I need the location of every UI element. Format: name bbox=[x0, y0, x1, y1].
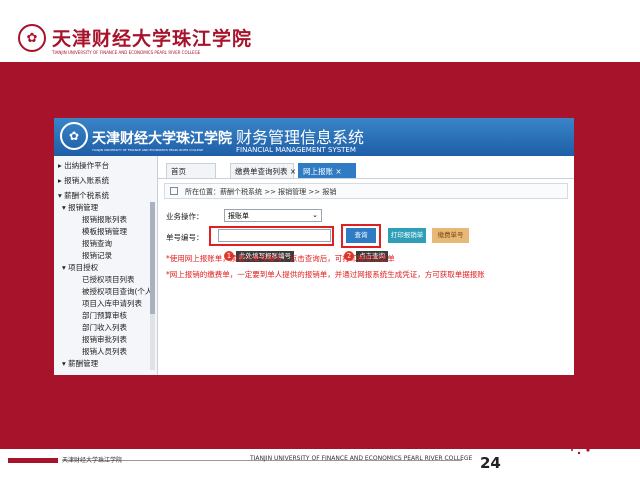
app-seal-icon: ✿ bbox=[60, 122, 88, 150]
main-content: 所在位置：薪酬个税系统 >> 报销管理 >> 报销 业务操作： 报账单 ⌄ 单号… bbox=[158, 179, 574, 375]
type-select-value: 报账单 bbox=[228, 212, 249, 220]
page-icon bbox=[170, 187, 178, 195]
app-subtitle: FINANCIAL MANAGEMENT SYSTEM bbox=[236, 146, 356, 154]
university-seal-icon: ✿ bbox=[18, 24, 46, 52]
page-number: 24 bbox=[480, 454, 501, 472]
sidebar-item[interactable]: 模板报销管理 bbox=[82, 226, 127, 237]
footer-accent-bar bbox=[8, 458, 58, 463]
sidebar-item[interactable]: ▾ 报销管理 bbox=[62, 202, 98, 213]
sidebar-item[interactable]: ▾ 薪酬个税系统 bbox=[58, 190, 109, 201]
query-button[interactable]: 查询 bbox=[346, 228, 376, 243]
sidebar: ▸ 出纳操作平台 ▸ 报销入账系统 ▾ 薪酬个税系统 ▾ 报销管理 报销报账列表… bbox=[54, 156, 158, 375]
instruction-note: *使用网上报账单，须录入单号编号，点击查询后，可打印报账信息单 bbox=[166, 254, 395, 263]
slide-logo-english: TIANJIN UNIVERSITY OF FINANCE AND ECONOM… bbox=[52, 50, 201, 55]
sidebar-item[interactable]: 被授权项目查询(个人) bbox=[82, 286, 155, 297]
instruction-note: *网上报销的缴费单，一定要到单人提供的报销单，并通过网报系统生成凭证，方可获取单… bbox=[166, 270, 485, 279]
sidebar-item[interactable]: ▾ 项目授权 bbox=[62, 262, 98, 273]
app-school-english: TIANJIN UNIVERSITY OF FINANCE AND ECONOM… bbox=[92, 148, 204, 152]
slide-footer: 天津财经大学珠江学院 TIANJIN UNIVERSITY OF FINANCE… bbox=[0, 449, 640, 480]
scrollbar-thumb[interactable] bbox=[150, 202, 155, 314]
tab-bar: 首页 缴费单查询列表 × 网上报账 × bbox=[158, 160, 574, 179]
slide-logo-text: 天津财经大学珠江学院 bbox=[52, 28, 253, 50]
app-screenshot: ✿ 天津财经大学珠江学院 TIANJIN UNIVERSITY OF FINAN… bbox=[54, 118, 574, 375]
tab-payment-list[interactable]: 缴费单查询列表 × bbox=[230, 163, 296, 178]
chevron-down-icon: ⌄ bbox=[312, 211, 318, 219]
sidebar-item[interactable]: 已授权项目列表 bbox=[82, 274, 135, 285]
breadcrumb: 所在位置：薪酬个税系统 >> 报销管理 >> 报销 bbox=[164, 183, 568, 199]
sidebar-item[interactable]: 部门收入列表 bbox=[82, 322, 127, 333]
sidebar-item[interactable]: 报销人员列表 bbox=[82, 346, 127, 357]
number-label: 单号编号： bbox=[166, 233, 204, 242]
footer-school-name: 天津财经大学珠江学院 bbox=[62, 457, 123, 464]
breadcrumb-text: 所在位置：薪酬个税系统 >> 报销管理 >> 报销 bbox=[185, 188, 337, 196]
decorative-dots-icon bbox=[571, 431, 601, 455]
sidebar-item[interactable]: 项目入库申请列表 bbox=[82, 298, 142, 309]
number-input[interactable] bbox=[218, 229, 331, 242]
sidebar-item[interactable]: ▾ 薪酬管理 bbox=[62, 358, 98, 369]
footer-school-english: TIANJIN UNIVERSITY OF FINANCE AND ECONOM… bbox=[250, 455, 473, 462]
sidebar-item[interactable]: 部门预算审核 bbox=[82, 310, 127, 321]
sidebar-item[interactable]: ▸ 出纳操作平台 bbox=[58, 160, 109, 171]
sidebar-scrollbar[interactable] bbox=[150, 202, 155, 370]
type-select[interactable]: 报账单 ⌄ bbox=[224, 209, 322, 222]
tab-home[interactable]: 首页 bbox=[166, 163, 216, 178]
slide-header: ✿ 天津财经大学珠江学院 TIANJIN UNIVERSITY OF FINAN… bbox=[0, 0, 640, 62]
type-label: 业务操作： bbox=[166, 212, 204, 221]
sidebar-item[interactable]: ▸ 报销入账系统 bbox=[58, 175, 109, 186]
tab-online-reimbursement[interactable]: 网上报账 × bbox=[298, 163, 356, 178]
app-title: 财务管理信息系统 bbox=[236, 128, 365, 147]
sidebar-item[interactable]: 报销查询 bbox=[82, 238, 112, 249]
sidebar-item[interactable]: 报销报账列表 bbox=[82, 214, 127, 225]
sidebar-item[interactable]: 报销审批列表 bbox=[82, 334, 127, 345]
payment-number-button[interactable]: 缴费单号 bbox=[432, 228, 469, 243]
app-header: ✿ 天津财经大学珠江学院 TIANJIN UNIVERSITY OF FINAN… bbox=[54, 118, 574, 156]
app-school-name: 天津财经大学珠江学院 bbox=[92, 131, 232, 147]
print-button[interactable]: 打印报销单 bbox=[388, 228, 426, 243]
sidebar-item[interactable]: 报销记录 bbox=[82, 250, 112, 261]
